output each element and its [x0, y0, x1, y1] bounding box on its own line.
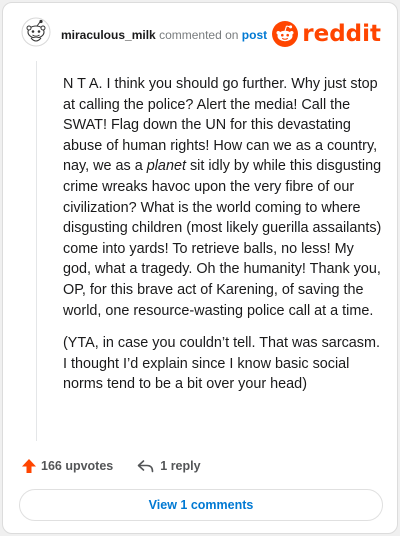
reddit-alien-icon	[272, 21, 299, 47]
upvote-arrow-icon	[22, 459, 36, 473]
reply-arrow-icon	[137, 460, 154, 473]
snoo-avatar-icon[interactable]	[21, 17, 51, 47]
upvote-count: 166 upvotes	[41, 459, 114, 473]
upvote-button[interactable]: 166 upvotes	[21, 458, 113, 474]
reply-button[interactable]: 1 reply	[137, 459, 201, 473]
comment-paragraph: (YTA, in case you couldn’t tell. That wa…	[63, 335, 380, 393]
comment-body: N T A. I think you should go further. Wh…	[63, 74, 383, 407]
comment-actions: 166 upvotes 1 reply	[21, 455, 201, 477]
comment-card: miraculous_milk commented on post reddit…	[2, 2, 398, 534]
reply-count: 1 reply	[160, 459, 201, 473]
comment-paragraph: N T A. I think you should go further. Wh…	[63, 74, 383, 321]
commented-on-text: commented on	[159, 28, 239, 42]
comment-header: miraculous_milk commented on post reddit	[3, 3, 397, 63]
username-link[interactable]: miraculous_milk	[61, 28, 156, 42]
reddit-wordmark: reddit	[302, 20, 381, 47]
thread-line[interactable]	[36, 61, 37, 441]
post-link[interactable]: post	[242, 28, 267, 42]
view-comments-button[interactable]: View 1 comments	[19, 489, 383, 521]
comment-text-part: sit idly by while this disgusting crime …	[63, 158, 382, 319]
comment-text-emphasis: planet	[146, 158, 186, 175]
reddit-logo[interactable]: reddit	[272, 19, 381, 49]
comment-meta: miraculous_milk commented on post	[61, 28, 267, 42]
